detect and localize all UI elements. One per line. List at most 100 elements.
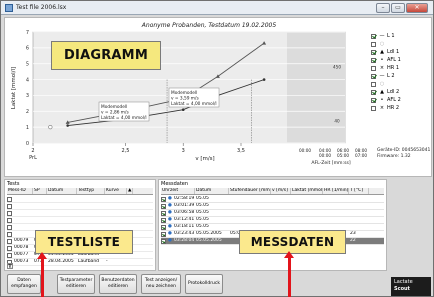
col-temp[interactable]: T [°C] <box>349 188 369 194</box>
legend-item[interactable]: ▲ Ldl 2 <box>371 88 431 96</box>
legend-item[interactable]: — L 2 <box>371 72 431 80</box>
row-checkbox[interactable] <box>7 245 12 251</box>
print-protocol-button[interactable]: Protokolldruck <box>185 274 223 294</box>
edit-user-data-button[interactable]: Benutzerdaten editieren <box>99 274 137 294</box>
y-tick-label: 0 <box>26 141 29 147</box>
row-checkbox[interactable] <box>7 238 12 244</box>
legend-symbol-icon: • <box>380 57 384 63</box>
table-row[interactable] <box>7 196 153 203</box>
diagramm-annotation: DIAGRAMM <box>51 41 161 70</box>
minimize-button[interactable]: – <box>376 3 390 13</box>
tests-caption: Tests <box>7 181 20 187</box>
table-cell: 03:23:43 <box>174 231 195 236</box>
legend-label: Ldl 2 <box>387 89 400 95</box>
x-tick-label: 3 <box>182 148 185 154</box>
device-info: Geräte-ID: 0045653041 Firmware: 1.32 <box>377 148 430 160</box>
legend-checkbox[interactable] <box>371 65 376 71</box>
legend-item[interactable]: × HR 1 <box>371 64 431 72</box>
lactate-scout-logo: Lactate Scout <box>391 277 431 296</box>
legend-symbol-icon: × <box>379 105 385 111</box>
legend-item[interactable]: ○ <box>371 40 431 48</box>
col-sp[interactable]: SP <box>33 188 47 194</box>
row-checkbox[interactable] <box>161 203 166 209</box>
row-checkbox[interactable] <box>7 203 12 209</box>
col-hr[interactable]: HR [1/min] <box>323 188 349 194</box>
legend-item[interactable]: — L 1 <box>371 32 431 40</box>
legend-label: L 1 <box>387 33 395 39</box>
table-row[interactable] <box>7 210 153 217</box>
right-tick-label: 450 <box>333 64 341 69</box>
col-datum[interactable]: Datum <box>47 188 77 194</box>
y-tick-label: 4 <box>26 77 29 83</box>
sort-arrow-icon[interactable]: ▲ <box>127 188 133 194</box>
col-testtyp[interactable]: Testtyp <box>77 188 105 194</box>
row-checkbox[interactable] <box>7 252 12 258</box>
table-row[interactable]: 00073 073 28.04.2005 Laufband - <box>7 259 153 266</box>
table-cell: 05.05 <box>196 210 209 215</box>
table-cell: 05.05 <box>196 217 209 222</box>
legend-checkbox[interactable] <box>371 81 376 87</box>
measurement-row[interactable]: ● 03:01:39 05.05 <box>161 203 384 210</box>
receive-data-button[interactable]: Daten empfangen <box>7 274 41 294</box>
show-test-button[interactable]: Test anzeigen/ neu zeichnen <box>141 274 181 294</box>
row-checkbox[interactable] <box>161 210 166 216</box>
col-mess-id[interactable]: Mess-ID <box>7 188 33 194</box>
y-tick-label: 7 <box>26 30 29 36</box>
legend-item[interactable]: • AFL 2 <box>371 96 431 104</box>
row-checkbox[interactable] <box>7 210 12 216</box>
logo-line-1: Lactate <box>394 279 413 285</box>
x-tick-label: 3,5 <box>237 148 245 154</box>
row-checkbox[interactable] <box>161 231 166 237</box>
legend-checkbox[interactable] <box>371 57 376 63</box>
table-row[interactable] <box>7 217 153 224</box>
table-row[interactable] <box>7 203 153 210</box>
legend-label: AFL 1 <box>387 57 401 63</box>
legend-item[interactable]: ▲ Ldl 1 <box>371 48 431 56</box>
legend-item[interactable]: × HR 2 <box>371 104 431 112</box>
tests-header: Mess-ID SP Datum Testtyp Kurve ▲ <box>7 188 153 195</box>
legend-checkbox[interactable] <box>371 49 376 55</box>
legend-symbol-icon: • <box>380 97 384 103</box>
row-checkbox[interactable] <box>161 196 166 202</box>
time-subtick-label: 07:00 <box>355 153 367 158</box>
tests-footer-box[interactable]: R <box>7 263 13 269</box>
measurement-row[interactable]: ● 02:58:19 05.05 <box>161 196 384 203</box>
legend-item[interactable]: • AFL 1 <box>371 56 431 64</box>
time-subtick-label: 00:00 <box>319 153 331 158</box>
col-stufendauer[interactable]: Stufendauer [mm:ss] <box>229 188 271 194</box>
callout-line: v = 2,86 m/s <box>101 110 129 116</box>
maximize-button[interactable]: ▭ <box>391 3 405 13</box>
legend-checkbox[interactable] <box>371 41 376 47</box>
legend-checkbox[interactable] <box>371 33 376 39</box>
legend-checkbox[interactable] <box>371 97 376 103</box>
col-datum[interactable]: Datum <box>195 188 229 194</box>
row-checkbox[interactable] <box>161 238 166 244</box>
testliste-annotation: TESTLISTE <box>35 230 133 254</box>
callout-line: Laktat = 4,00 mmol/l <box>171 101 217 107</box>
row-checkbox[interactable] <box>7 217 12 223</box>
row-checkbox[interactable] <box>7 231 12 237</box>
table-cell: 03:18:11 <box>174 224 195 229</box>
legend-checkbox[interactable] <box>371 105 376 111</box>
y-tick-label: 5 <box>26 62 29 68</box>
col-uhrzeit[interactable]: Uhrzeit <box>161 188 195 194</box>
data-point-l2 <box>181 108 185 111</box>
measurement-row[interactable]: ● 03:06:58 05.05 <box>161 210 384 217</box>
legend-item[interactable]: ○ <box>371 80 431 88</box>
col-laktat[interactable]: Laktat [mmol/l] <box>291 188 323 194</box>
callout-line: Modemodell <box>101 104 127 110</box>
row-checkbox[interactable] <box>161 217 166 223</box>
close-button[interactable]: ✕ <box>406 3 428 13</box>
row-checkbox[interactable] <box>7 224 12 230</box>
table-cell: 05.05 <box>196 203 209 208</box>
col-v[interactable]: v [m/s] <box>271 188 291 194</box>
chart-legend: — L 1 ○ ▲ Ldl 1 • AFL 1 × HR 1— L 2 ○ ▲ Ldl 2 • AFL 2 ×… <box>371 32 431 112</box>
legend-checkbox[interactable] <box>371 89 376 95</box>
col-kurve[interactable]: Kurve <box>105 188 127 194</box>
x-axis-label: v [m/s] <box>195 156 214 162</box>
measurement-row[interactable]: ● 03:12:41 05.05 <box>161 217 384 224</box>
row-checkbox[interactable] <box>161 224 166 230</box>
row-checkbox[interactable] <box>7 196 12 202</box>
legend-checkbox[interactable] <box>371 73 376 79</box>
edit-test-parameters-button[interactable]: Testparameter editieren <box>57 274 95 294</box>
